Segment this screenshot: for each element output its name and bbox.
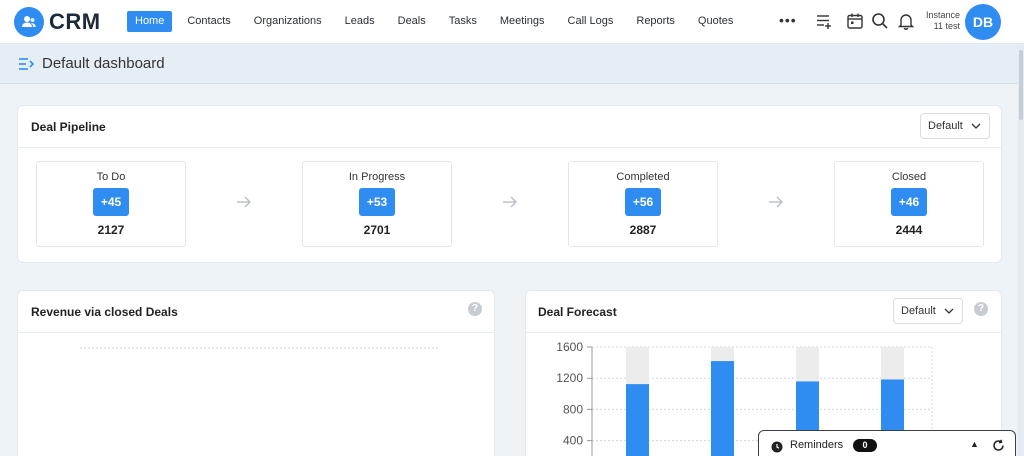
calendar-icon[interactable] (846, 12, 864, 30)
nav-item-deals[interactable]: Deals (390, 11, 434, 32)
stage-delta-badge: +46 (891, 188, 927, 216)
forecast-bar (711, 361, 734, 456)
pipeline-filter-dropdown[interactable]: Default (920, 113, 990, 139)
card-title: Deal Forecast (538, 305, 617, 319)
pipeline-stage[interactable]: Closed +46 2444 (834, 161, 984, 247)
stage-delta-badge: +45 (93, 188, 129, 216)
pipeline-stage[interactable]: To Do +45 2127 (36, 161, 186, 247)
stage-name: Completed (616, 171, 670, 183)
stage-count: 2444 (895, 223, 923, 237)
nav-item-home[interactable]: Home (127, 11, 173, 32)
caret-up-icon[interactable]: ▲ (970, 439, 979, 449)
arrow-right-icon (768, 195, 784, 213)
stage-count: 2887 (629, 223, 657, 237)
clock-icon (771, 440, 783, 456)
stage-name: In Progress (348, 171, 406, 183)
sidebar-toggle-icon[interactable] (18, 57, 36, 76)
pipeline-stage[interactable]: In Progress +53 2701 (302, 161, 452, 247)
stage-count: 2701 (363, 223, 391, 237)
y-tick-label: 1200 (556, 371, 583, 385)
y-tick-label: 1600 (556, 340, 583, 354)
nav-item-call-logs[interactable]: Call Logs (560, 11, 622, 32)
pipeline-stage[interactable]: Completed +56 2887 (568, 161, 718, 247)
forecast-bar-remainder (711, 347, 734, 362)
forecast-bar-remainder (796, 347, 819, 382)
revenue-chart-gridline (80, 347, 438, 349)
forecast-filter-dropdown[interactable]: Default (893, 298, 963, 324)
logo-text: CRM (49, 9, 101, 34)
arrow-right-icon (236, 195, 252, 213)
y-tick-label: 800 (563, 402, 583, 416)
stage-count: 2127 (97, 223, 125, 237)
forecast-bar-remainder (881, 347, 904, 380)
card-title: Deal Pipeline (31, 120, 106, 134)
card-header: Deal Pipeline Default (18, 106, 1001, 148)
contacts-icon (14, 7, 44, 37)
revenue-card: Revenue via closed Deals ? (17, 290, 495, 456)
user-name: 11 test (933, 21, 960, 31)
help-icon[interactable]: ? (974, 302, 988, 316)
top-navbar: CRM Home Contacts Organizations Leads Deals T… (0, 0, 1024, 44)
stage-delta-badge: +56 (625, 188, 661, 216)
nav-item-contacts[interactable]: Contacts (179, 11, 238, 32)
dropdown-value: Default (928, 120, 963, 132)
stage-name: To Do (96, 171, 126, 183)
page-header: Default dashboard (0, 44, 1024, 84)
scrollbar-thumb[interactable] (1019, 50, 1023, 120)
nav-item-quotes[interactable]: Quotes (690, 11, 741, 32)
forecast-bar (626, 384, 649, 456)
app-logo[interactable]: CRM (14, 7, 101, 37)
refresh-icon[interactable] (992, 439, 1005, 456)
reminders-count-badge: 0 (853, 439, 877, 452)
add-list-icon[interactable] (815, 12, 833, 30)
stage-delta-badge: +53 (359, 188, 395, 216)
help-icon[interactable]: ? (468, 302, 482, 316)
main-nav: Home Contacts Organizations Leads Deals Tasks… (127, 11, 748, 32)
chevron-down-icon (971, 114, 981, 147)
nav-item-organizations[interactable]: Organizations (246, 11, 330, 32)
forecast-bar-remainder (626, 347, 649, 385)
card-header: Deal Forecast Default ? (526, 291, 1001, 333)
card-header: Revenue via closed Deals ? (18, 291, 494, 333)
search-icon[interactable] (871, 12, 889, 30)
nav-item-meetings[interactable]: Meetings (492, 11, 553, 32)
reminders-panel[interactable]: Reminders 0 ▲ (758, 430, 1016, 456)
nav-item-tasks[interactable]: Tasks (441, 11, 485, 32)
more-menu-icon[interactable]: ••• (779, 13, 797, 27)
nav-item-reports[interactable]: Reports (628, 11, 683, 32)
page-title: Default dashboard (42, 55, 165, 72)
nav-item-leads[interactable]: Leads (337, 11, 383, 32)
dropdown-value: Default (901, 305, 936, 317)
avatar[interactable]: DB (965, 4, 1001, 40)
instance-label: Instance (925, 10, 960, 20)
chevron-down-icon (944, 299, 954, 332)
reminders-label: Reminders (790, 439, 844, 451)
deal-pipeline-card: Deal Pipeline Default To Do +45 2127 In Pro… (17, 105, 1002, 263)
card-title: Revenue via closed Deals (31, 305, 178, 319)
stage-name: Closed (891, 171, 927, 183)
y-tick-label: 400 (563, 434, 583, 448)
arrow-right-icon (502, 195, 518, 213)
user-info: Instance 11 test (912, 10, 960, 32)
